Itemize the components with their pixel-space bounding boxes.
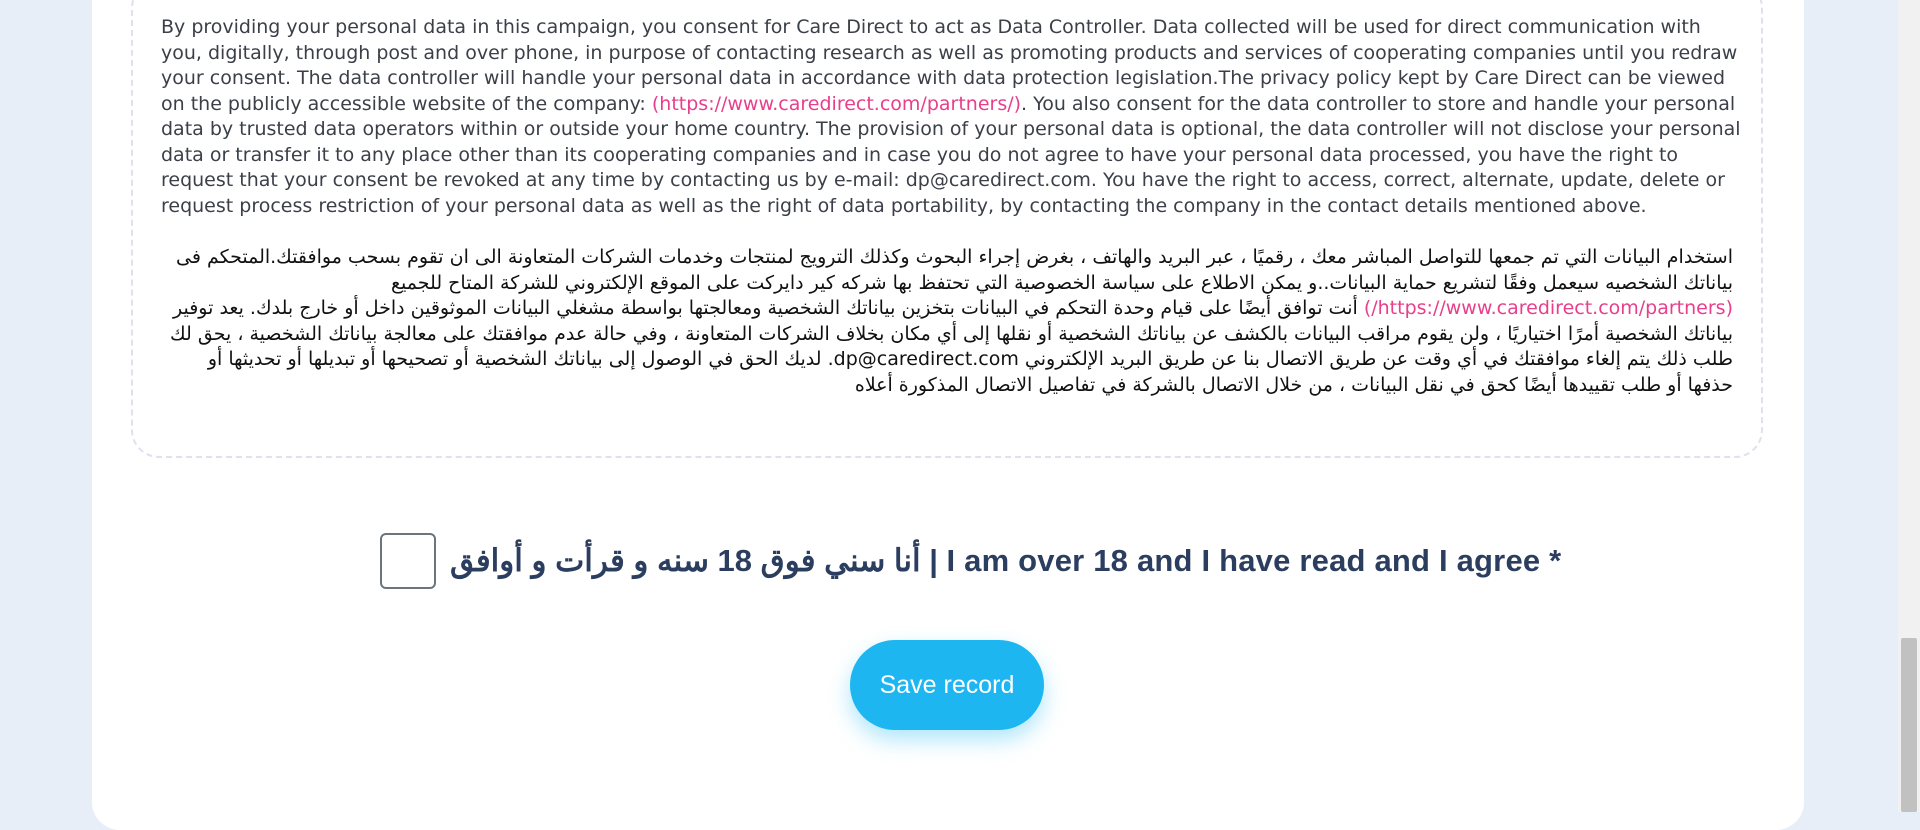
consent-text-english: By providing your personal data in this …	[161, 15, 1741, 219]
agree-label: أنا سني فوق 18 سنه و قرأت و أوافق | I am…	[450, 543, 1562, 578]
save-record-button[interactable]: Save record	[850, 640, 1044, 730]
partners-link-english[interactable]: (https://www.caredirect.com/partners/)	[652, 93, 1021, 115]
agree-checkbox[interactable]	[380, 533, 436, 589]
agree-row: أنا سني فوق 18 سنه و قرأت و أوافق | I am…	[380, 530, 1561, 592]
scrollbar-track[interactable]	[1898, 0, 1920, 812]
scrollbar-thumb[interactable]	[1901, 638, 1917, 812]
partners-link-arabic[interactable]: (https://www.caredirect.com/partners/)	[1364, 297, 1733, 319]
consent-arabic-part1: استخدام البيانات التي تم جمعها للتواصل ا…	[175, 246, 1733, 294]
consent-text-arabic: استخدام البيانات التي تم جمعها للتواصل ا…	[161, 245, 1733, 398]
